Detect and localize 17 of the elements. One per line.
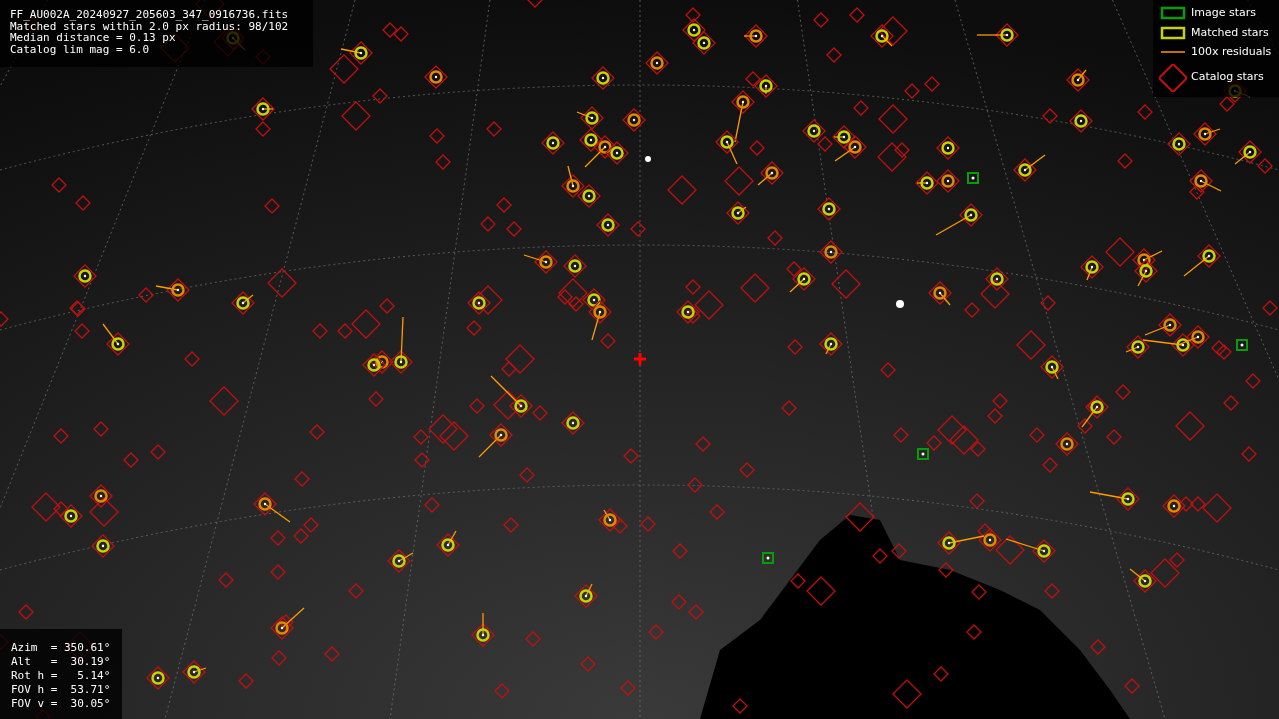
info-line: Matched stars within 2.0 px radius: 98/102 <box>10 20 290 32</box>
matched-marker-icon <box>1159 25 1187 40</box>
legend-label: Catalog stars <box>1191 69 1264 86</box>
image-marker-icon <box>1159 6 1187 21</box>
pointing-value: Azim = 350.61° <box>11 641 112 655</box>
catalog-marker-icon <box>1159 63 1187 92</box>
info-line: Median distance = 0.13 px <box>10 32 176 44</box>
pointing-value: Alt = 30.19° <box>11 655 112 669</box>
legend-label: Image stars <box>1191 5 1256 21</box>
pointing-value: FOV h = 53.71° <box>11 683 112 697</box>
legend-label: 100x residuals <box>1191 44 1272 60</box>
pointing-value: Rot h = 5.14° <box>11 669 112 683</box>
residual-marker-icon <box>1161 51 1185 54</box>
info-line: FF_AU002A_20240927_205603_347_0916736.fits <box>10 9 290 21</box>
info-line: Catalog lim mag = 6.0 <box>10 43 151 55</box>
legend-label: Matched stars <box>1191 24 1269 41</box>
pointing-value: FOV v = 30.05° <box>11 697 112 711</box>
